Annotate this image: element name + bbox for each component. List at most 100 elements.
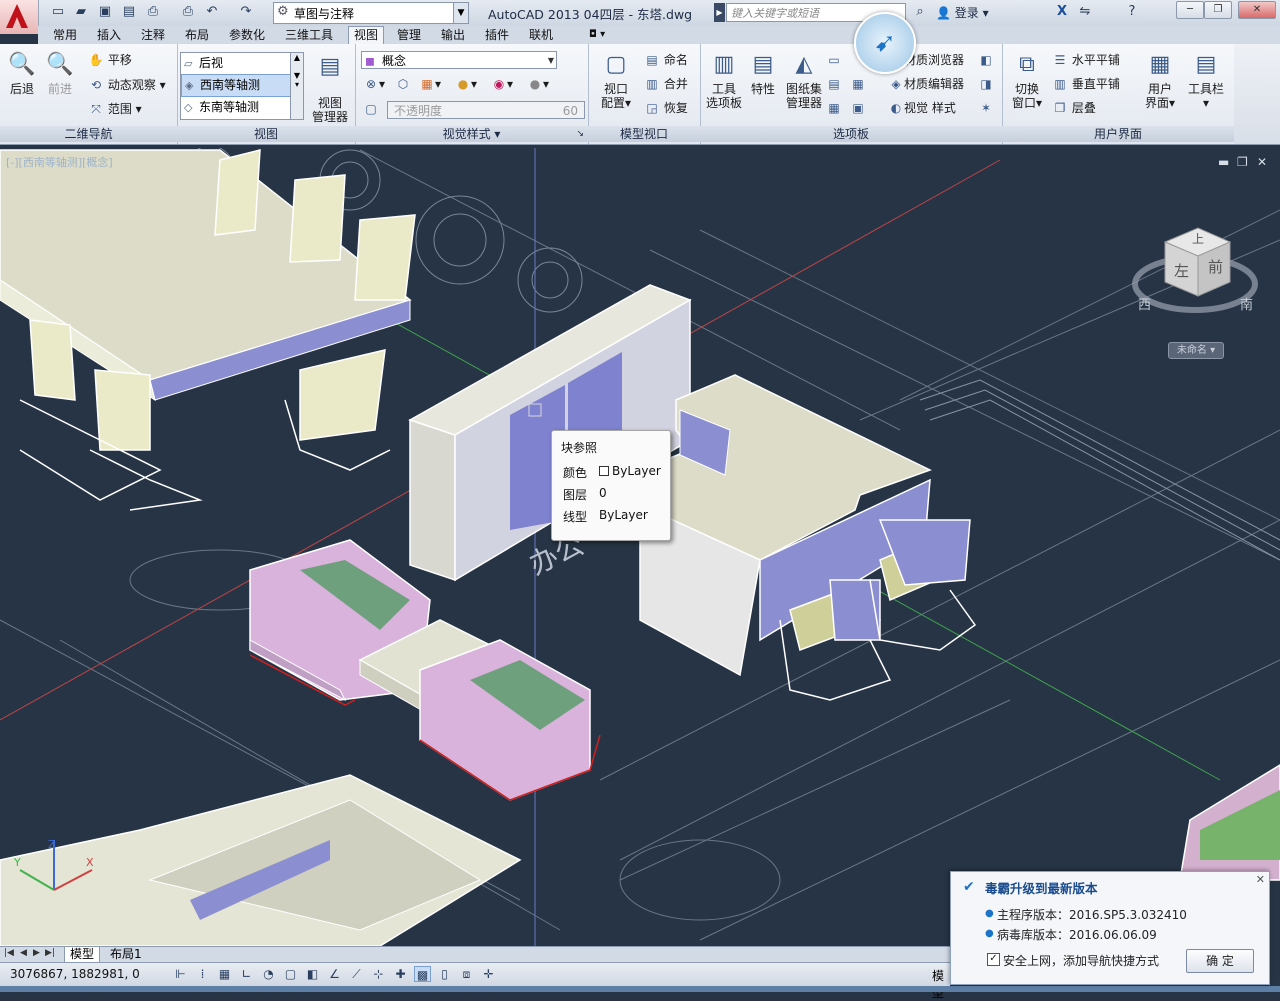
environment-button[interactable]: ● ▾	[527, 75, 549, 93]
dialog-launcher-icon[interactable]: ↘	[576, 126, 584, 142]
redo-icon[interactable]: ↷	[238, 4, 254, 20]
annotation-monitor-icon[interactable]: ✛	[480, 966, 497, 982]
forward-button[interactable]: 🔍 前进	[42, 50, 78, 96]
polar-icon[interactable]: ◔	[260, 966, 277, 982]
drawing-canvas[interactable]: 办公 Z Y X	[0, 148, 1280, 946]
cascade-button[interactable]: ❐ 层叠	[1052, 99, 1096, 117]
layout-tab-layout1[interactable]: 布局1	[106, 947, 146, 962]
view-item-se-iso[interactable]: ◇ 东南等轴测	[181, 97, 291, 118]
toolbars-button[interactable]: ▤ 工具栏 ▾	[1184, 50, 1228, 110]
viewport-minimize-button[interactable]: ▬	[1218, 155, 1229, 169]
ortho-icon[interactable]: ∟	[238, 966, 255, 982]
safe-browse-label[interactable]: 安全上网，添加导航快捷方式	[1003, 952, 1159, 969]
save-icon[interactable]: ▣	[97, 4, 113, 20]
tab-layout[interactable]: 布局	[180, 27, 214, 43]
palette-tool-4[interactable]: ▦	[850, 75, 866, 93]
viewcube-front-face[interactable]: 前	[1208, 256, 1223, 277]
restore-button[interactable]: ❐	[1204, 1, 1232, 19]
layout-tab-model[interactable]: 模型	[64, 947, 101, 963]
model-space-label[interactable]: 模型	[932, 967, 950, 1001]
otrack-icon[interactable]: ∠	[326, 966, 343, 982]
lineweight-icon[interactable]: ✚	[392, 966, 409, 982]
properties-button[interactable]: ▤ 特性	[746, 50, 780, 96]
selection-cycling-icon[interactable]: ⧈	[458, 966, 475, 982]
dyn-icon[interactable]: ⊹	[370, 966, 387, 982]
help-icon[interactable]: ?	[1124, 4, 1140, 20]
3d-osnap-icon[interactable]: ◧	[304, 966, 321, 982]
viewport-close-button[interactable]: ✕	[1257, 155, 1267, 169]
palette-tool-8[interactable]: ✶	[978, 99, 994, 117]
viewcube-left-face[interactable]: 左	[1174, 260, 1189, 281]
opacity-toggle[interactable]: ▢	[363, 100, 379, 118]
prev-layout-icon[interactable]: ◀	[20, 948, 27, 958]
palette-tool-6[interactable]: ◧	[978, 51, 994, 69]
tab-output[interactable]: 输出	[436, 27, 470, 43]
workspace-select[interactable]: ⚙ 草图与注释 ▼	[273, 2, 469, 24]
orbit-button[interactable]: ⟲ 动态观察 ▾	[88, 76, 166, 94]
open-file-icon[interactable]: ▰	[73, 4, 89, 20]
compass-south[interactable]: 南	[1240, 294, 1253, 313]
next-layout-icon[interactable]: ▶	[33, 948, 40, 958]
antivirus-bird-icon[interactable]: ➹	[854, 12, 916, 74]
close-button[interactable]: ✕	[1238, 1, 1276, 19]
ducs-icon[interactable]: ⟋	[348, 966, 365, 982]
publish-icon[interactable]: ⎙	[145, 4, 161, 20]
material-editor-button[interactable]: ◈ 材质编辑器	[888, 75, 964, 93]
panel-title-visual-styles[interactable]: 视觉样式 ▾ ↘	[355, 126, 588, 142]
tab-home[interactable]: 常用	[48, 27, 82, 43]
exchange-icon[interactable]: X	[1054, 4, 1070, 20]
tile-horizontal-button[interactable]: ☰ 水平平铺	[1052, 51, 1120, 69]
tile-vertical-button[interactable]: ▥ 垂直平铺	[1052, 75, 1120, 93]
tool-palettes-button[interactable]: ▥ 工具 选项板	[704, 50, 744, 110]
viewcube[interactable]: 上 左 前 西 南	[1130, 222, 1260, 332]
close-icon[interactable]: ✕	[1256, 873, 1265, 886]
snap-icon[interactable]: ⁞	[194, 966, 211, 982]
chevron-down-icon[interactable]: ▼	[453, 3, 468, 23]
plot-icon[interactable]: ⎙	[180, 4, 196, 20]
ok-button[interactable]: 确 定	[1186, 949, 1254, 973]
tab-3d-tools[interactable]: 三维工具	[280, 27, 338, 43]
viewport-config-button[interactable]: ▢ 视口 配置▾	[596, 50, 636, 110]
view-item-back[interactable]: ▱ 后视	[181, 53, 291, 74]
search-expand-icon[interactable]: ▶	[714, 3, 725, 22]
shadows-button[interactable]: ▦ ▾	[419, 75, 441, 93]
tab-plugins[interactable]: 插件	[480, 27, 514, 43]
edge-effects-button[interactable]: ⊗ ▾	[363, 75, 385, 93]
undo-icon[interactable]: ↶	[204, 4, 220, 20]
viewport-restore-button[interactable]: ❐	[1237, 155, 1248, 169]
tab-insert[interactable]: 插入	[92, 27, 126, 43]
join-viewports-button[interactable]: ▥ 合并	[644, 75, 688, 93]
views-list[interactable]: ▱ 后视 ◈ 西南等轴测 ◇ 东南等轴测	[180, 52, 292, 120]
palette-tool-7[interactable]: ◨	[978, 75, 994, 93]
minimize-button[interactable]: ─	[1176, 1, 1204, 19]
sheet-set-button[interactable]: ◭ 图纸集 管理器	[782, 50, 826, 110]
visual-style-select[interactable]: ◼ 概念 ▼	[361, 51, 557, 69]
palette-tool-2[interactable]: ▤	[826, 75, 842, 93]
compass-west[interactable]: 西	[1138, 294, 1151, 313]
ribbon-minimize-icon[interactable]: ◘ ▾	[584, 27, 610, 43]
views-scrollbar[interactable]: ▲ ▼ ▾	[290, 52, 304, 120]
application-menu-button[interactable]	[0, 0, 39, 34]
switch-window-button[interactable]: ⧉ 切换 窗口▾	[1006, 50, 1048, 110]
palette-tool-5[interactable]: ▣	[850, 99, 866, 117]
materials-button[interactable]: ● ▾	[455, 75, 477, 93]
tab-view[interactable]: 视图	[348, 26, 385, 45]
palette-tool-1[interactable]: ▭	[826, 51, 842, 69]
last-layout-icon[interactable]: ▶|	[45, 948, 55, 958]
first-layout-icon[interactable]: |◀	[4, 948, 14, 958]
lighting-button[interactable]: ◉ ▾	[491, 75, 513, 93]
view-item-sw-iso[interactable]: ◈ 西南等轴测	[181, 74, 291, 97]
tab-parametric[interactable]: 参数化	[224, 27, 270, 43]
subscription-icon[interactable]: ⇋	[1077, 4, 1093, 20]
pan-button[interactable]: ✋ 平移	[88, 51, 132, 69]
xray-button[interactable]: ⬡	[395, 75, 411, 93]
transparency-icon[interactable]: ▩	[414, 966, 431, 982]
view-manager-button[interactable]: ▤ 视图 管理器	[308, 54, 352, 124]
extents-button[interactable]: ⤧ 范围 ▾	[88, 100, 142, 118]
infer-constraints-icon[interactable]: ⊩	[172, 966, 189, 982]
palette-tool-3[interactable]: ▦	[826, 99, 842, 117]
back-button[interactable]: 🔍 后退	[4, 50, 40, 96]
tab-manage[interactable]: 管理	[392, 27, 426, 43]
safe-browse-checkbox[interactable]: ✓	[987, 953, 1000, 966]
tab-online[interactable]: 联机	[524, 27, 558, 43]
